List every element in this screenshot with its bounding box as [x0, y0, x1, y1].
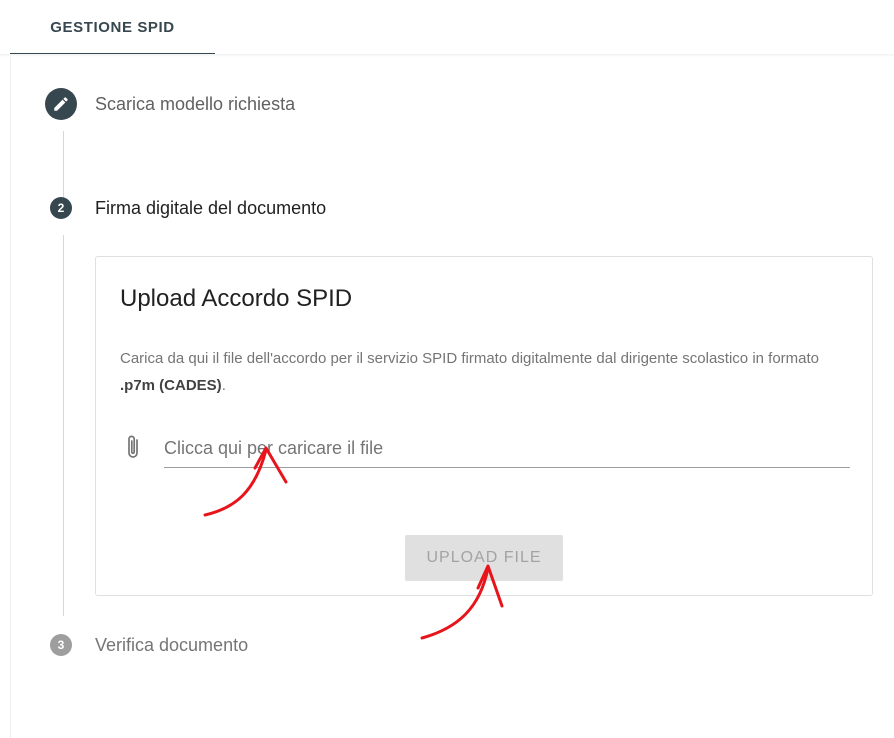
- step-2-number: 2: [50, 197, 72, 219]
- file-input[interactable]: [164, 429, 850, 468]
- card-description-format: .p7m (CADES): [120, 377, 222, 394]
- tab-gestione-spid-label: GESTIONE SPID: [50, 18, 175, 36]
- pencil-icon: [54, 97, 68, 111]
- card-description: Carica da qui il file dell'accordo per i…: [120, 345, 820, 399]
- card-title: Upload Accordo SPID: [120, 285, 353, 312]
- card-description-end: .: [221, 377, 226, 394]
- step-3-header[interactable]: 3 Verifica documento: [45, 629, 248, 661]
- step-connector-2: [63, 235, 64, 616]
- step-3-label: Verifica documento: [95, 634, 249, 655]
- vertical-stepper: Scarica modello richiesta 2 Firma digita…: [10, 57, 894, 738]
- step-3-indicator: 3: [45, 629, 77, 661]
- step-1-header[interactable]: Scarica modello richiesta: [45, 88, 295, 120]
- step-1-label: Scarica modello richiesta: [95, 93, 296, 114]
- file-upload-field[interactable]: [120, 427, 850, 471]
- step-2-label: Firma digitale del documento: [95, 197, 327, 218]
- step-connector-1: [63, 131, 64, 201]
- paperclip-icon[interactable]: [124, 433, 142, 461]
- step-1-indicator: [45, 88, 77, 120]
- upload-card: Upload Accordo SPID Carica da qui il fil…: [95, 256, 873, 596]
- card-description-text: Carica da qui il file dell'accordo per i…: [120, 350, 820, 367]
- step-3-number: 3: [50, 634, 72, 656]
- tab-gestione-spid[interactable]: GESTIONE SPID: [10, 0, 215, 54]
- step-2-header[interactable]: 2 Firma digitale del documento: [45, 192, 326, 224]
- page: GESTIONE SPID Scarica modello richiesta …: [0, 0, 894, 738]
- step-2-indicator: 2: [45, 192, 77, 224]
- upload-file-button[interactable]: UPLOAD FILE: [405, 535, 563, 581]
- tab-bar: GESTIONE SPID: [0, 0, 894, 55]
